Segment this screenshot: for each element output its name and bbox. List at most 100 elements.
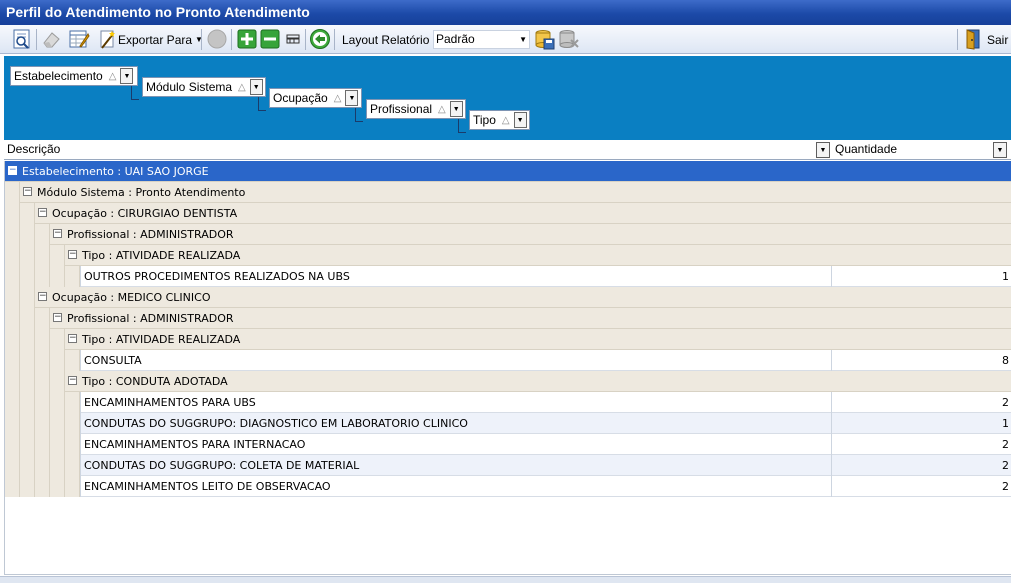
collapse-icon[interactable]: − [53, 229, 62, 238]
group-connector [355, 108, 363, 122]
group-chip-profissional[interactable]: Profissional △ ▼ [366, 99, 466, 119]
group-chip-label: Módulo Sistema [146, 80, 233, 94]
collapse-icon[interactable]: − [8, 166, 17, 175]
group-label: Ocupação : MEDICO CLINICO [52, 291, 211, 304]
toolbar: Exportar Para ▼ Layout Relatório Padrão … [0, 25, 1011, 54]
filter-dropdown-icon[interactable]: ▼ [513, 112, 527, 128]
group-label: Tipo : ATIVIDADE REALIZADA [82, 249, 241, 262]
group-label: Profissional : ADMINISTRADOR [67, 228, 234, 241]
group-row[interactable]: − Profissional : ADMINISTRADOR [5, 308, 1011, 329]
group-row[interactable]: − Ocupação : MEDICO CLINICO [5, 287, 1011, 308]
table-row[interactable]: CONDUTAS DO SUGGRUPO: DIAGNOSTICO EM LAB… [5, 413, 1011, 434]
column-header: Descrição ▼ Quantidade ▼ [4, 140, 1011, 160]
cell-quantidade: 8 [1002, 354, 1009, 367]
filter-dropdown-icon[interactable]: ▼ [345, 90, 359, 106]
cell-descricao: ENCAMINHAMENTOS PARA INTERNACAO [80, 434, 832, 455]
cell-quantidade: 1 [1002, 270, 1009, 283]
cell-descricao: ENCAMINHAMENTOS PARA UBS [80, 392, 832, 413]
sort-asc-icon: △ [438, 103, 446, 115]
sort-asc-icon: △ [108, 70, 117, 82]
group-by-panel: Estabelecimento △ ▼ Módulo Sistema △ ▼ O… [4, 56, 1011, 140]
sort-asc-icon: △ [501, 114, 510, 126]
sort-asc-icon: △ [238, 81, 246, 93]
filter-dropdown-icon[interactable]: ▼ [120, 68, 134, 84]
cell-descricao: ENCAMINHAMENTOS LEITO DE OBSERVACAO [80, 476, 832, 497]
cell-quantidade: 2 [1002, 459, 1009, 472]
export-wand-icon[interactable] [96, 27, 120, 51]
group-chip-modulo-sistema[interactable]: Módulo Sistema △ ▼ [142, 77, 266, 97]
window-title: Perfil do Atendimento no Pronto Atendime… [0, 0, 1011, 25]
filter-dropdown-icon[interactable]: ▼ [993, 142, 1007, 158]
group-row[interactable]: − Tipo : ATIVIDADE REALIZADA [5, 329, 1011, 350]
delete-layout-icon[interactable] [557, 27, 581, 51]
sort-asc-icon: △ [333, 92, 342, 104]
status-strip [0, 576, 1011, 583]
group-row[interactable]: − Ocupação : CIRURGIAO DENTISTA [5, 203, 1011, 224]
header-descricao[interactable]: Descrição [4, 140, 814, 160]
preview-icon[interactable] [10, 27, 34, 51]
layout-select-value: Padrão [436, 32, 475, 46]
eraser-icon[interactable] [39, 27, 63, 51]
collapse-icon[interactable]: − [68, 250, 77, 259]
export-label: Exportar Para [118, 32, 193, 47]
collapse-icon[interactable]: − [53, 313, 62, 322]
cell-quantidade: 2 [1002, 438, 1009, 451]
cell-descricao: CONDUTAS DO SUGGRUPO: DIAGNOSTICO EM LAB… [80, 413, 832, 434]
group-chip-estabelecimento[interactable]: Estabelecimento △ ▼ [10, 66, 138, 86]
expand-all-icon[interactable] [235, 27, 259, 51]
group-label: Ocupação : CIRURGIAO DENTISTA [52, 207, 238, 220]
group-chip-label: Profissional [370, 102, 433, 116]
group-connector [458, 119, 466, 133]
save-layout-icon[interactable] [533, 27, 557, 51]
table-row[interactable]: ENCAMINHAMENTOS LEITO DE OBSERVACAO 2 [5, 476, 1011, 497]
group-row[interactable]: − Módulo Sistema : Pronto Atendimento [5, 182, 1011, 203]
chevron-down-icon: ▼ [519, 35, 527, 44]
back-arrow-icon[interactable] [308, 27, 332, 51]
table-row[interactable]: OUTROS PROCEDIMENTOS REALIZADOS NA UBS 1 [5, 266, 1011, 287]
collapse-icon[interactable]: − [68, 334, 77, 343]
disabled-circle-icon[interactable] [205, 27, 229, 51]
group-connector [131, 86, 139, 100]
cell-descricao: CONDUTAS DO SUGGRUPO: COLETA DE MATERIAL [80, 455, 832, 476]
group-chip-tipo[interactable]: Tipo △ ▼ [469, 110, 530, 130]
group-row[interactable]: − Profissional : ADMINISTRADOR [5, 224, 1011, 245]
header-quantidade[interactable]: Quantidade [832, 140, 992, 160]
exit-door-icon[interactable] [962, 27, 986, 51]
group-label: Profissional : ADMINISTRADOR [67, 312, 234, 325]
cell-quantidade: 1 [1002, 417, 1009, 430]
cell-quantidade: 2 [1002, 396, 1009, 409]
group-row[interactable]: − Tipo : CONDUTA ADOTADA [5, 371, 1011, 392]
filter-dropdown-icon[interactable]: ▼ [449, 101, 463, 117]
report-grid: − Estabelecimento : UAI SAO JORGE − Módu… [4, 161, 1011, 575]
collapse-icon[interactable]: − [38, 208, 47, 217]
export-menu[interactable]: Exportar Para ▼ [118, 30, 203, 49]
cell-descricao: CONSULTA [80, 350, 832, 371]
exit-button[interactable]: Sair [987, 30, 1008, 49]
cell-quantidade: 2 [1002, 480, 1009, 493]
group-row[interactable]: − Tipo : ATIVIDADE REALIZADA [5, 245, 1011, 266]
group-label: Estabelecimento : UAI SAO JORGE [22, 165, 209, 178]
group-label: Tipo : CONDUTA ADOTADA [82, 375, 228, 388]
table-row[interactable]: ENCAMINHAMENTOS PARA UBS 2 [5, 392, 1011, 413]
collapse-icon[interactable]: − [68, 376, 77, 385]
group-chip-ocupacao[interactable]: Ocupação △ ▼ [269, 88, 362, 108]
group-connector [258, 97, 266, 111]
table-row[interactable]: CONDUTAS DO SUGGRUPO: COLETA DE MATERIAL… [5, 455, 1011, 476]
collapse-icon[interactable]: − [23, 187, 32, 196]
collapse-icon[interactable]: − [38, 292, 47, 301]
edit-sheet-icon[interactable] [67, 27, 91, 51]
layout-select[interactable]: Padrão ▼ [433, 30, 530, 49]
table-row[interactable]: CONSULTA 8 [5, 350, 1011, 371]
group-chip-label: Estabelecimento [14, 69, 103, 83]
filter-dropdown-icon[interactable]: ▼ [816, 142, 830, 158]
group-chip-label: Ocupação [273, 91, 328, 105]
table-row[interactable]: ENCAMINHAMENTOS PARA INTERNACAO 2 [5, 434, 1011, 455]
group-chip-label: Tipo [473, 113, 496, 127]
layout-label: Layout Relatório [342, 32, 430, 47]
filter-dropdown-icon[interactable]: ▼ [249, 79, 263, 95]
group-label: Módulo Sistema : Pronto Atendimento [37, 186, 246, 199]
group-panel-icon[interactable] [281, 27, 305, 51]
group-row[interactable]: − Estabelecimento : UAI SAO JORGE [5, 161, 1011, 182]
group-label: Tipo : ATIVIDADE REALIZADA [82, 333, 241, 346]
collapse-all-icon[interactable] [258, 27, 282, 51]
